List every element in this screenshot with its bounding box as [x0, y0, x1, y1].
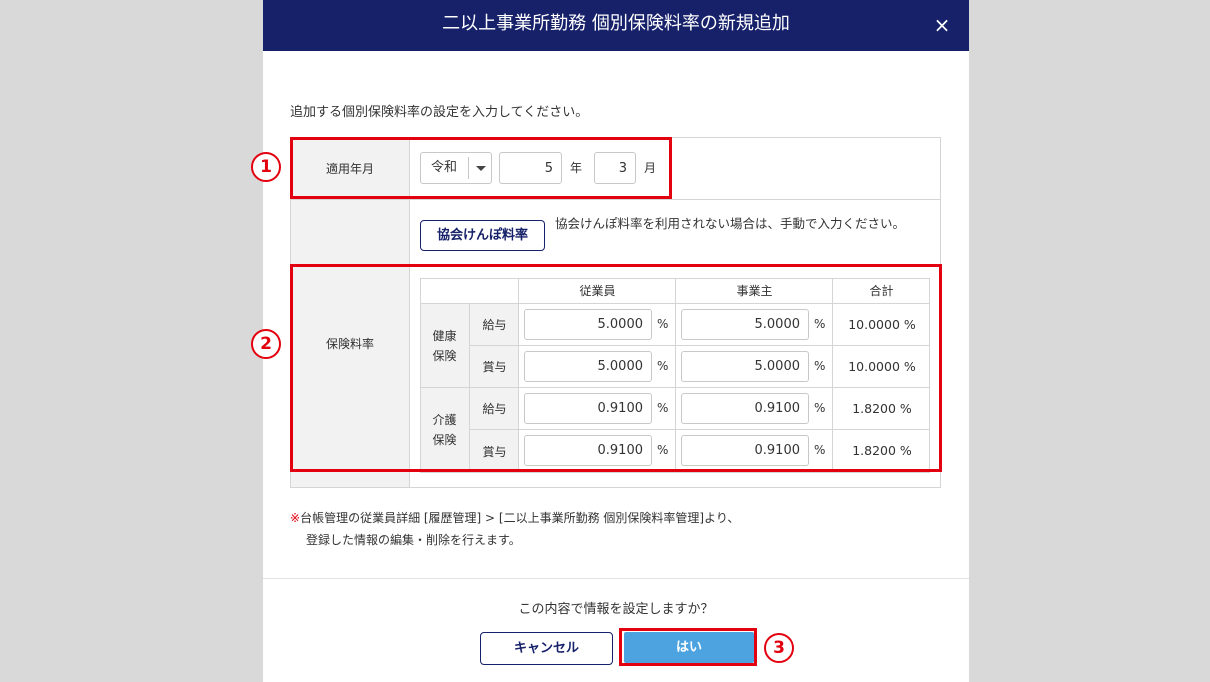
annotation-box-3 — [619, 628, 757, 666]
annotation-badge-3: 3 — [764, 633, 794, 663]
footnote: ※台帳管理の従業員詳細 [履歴管理] > [二以上事業所勤務 個別保険料率管理]… — [290, 507, 739, 551]
kyokai-note: 協会けんぽ料率を利用されない場合は、手動で入力ください。 — [555, 216, 906, 231]
annotation-box-2 — [290, 264, 942, 472]
annotation-box-1 — [290, 137, 672, 199]
close-icon[interactable]: × — [929, 12, 955, 38]
dialog: 二以上事業所勤務 個別保険料率の新規追加 × 追加する個別保険料率の設定を入力し… — [251, 0, 969, 682]
footnote-line: 登録した情報の編集・削除を行えます。 — [306, 533, 521, 547]
note-mark: ※ — [290, 511, 301, 525]
cancel-button[interactable]: キャンセル — [480, 632, 613, 665]
row-divider — [291, 199, 940, 200]
confirm-text: この内容で情報を設定しますか？ — [518, 602, 714, 617]
intro-text: 追加する個別保険料率の設定を入力してください。 — [290, 105, 589, 120]
annotation-badge-2: 2 — [251, 329, 281, 359]
dialog-header: 二以上事業所勤務 個別保険料率の新規追加 × — [263, 0, 969, 51]
dialog-title: 二以上事業所勤務 個別保険料率の新規追加 — [442, 13, 790, 34]
kyokai-rate-button[interactable]: 協会けんぽ料率 — [420, 220, 545, 251]
footer-divider — [263, 578, 969, 579]
footnote-line: 台帳管理の従業員詳細 [履歴管理] > [二以上事業所勤務 個別保険料率管理]よ… — [300, 511, 740, 525]
annotation-badge-1: 1 — [251, 152, 281, 182]
